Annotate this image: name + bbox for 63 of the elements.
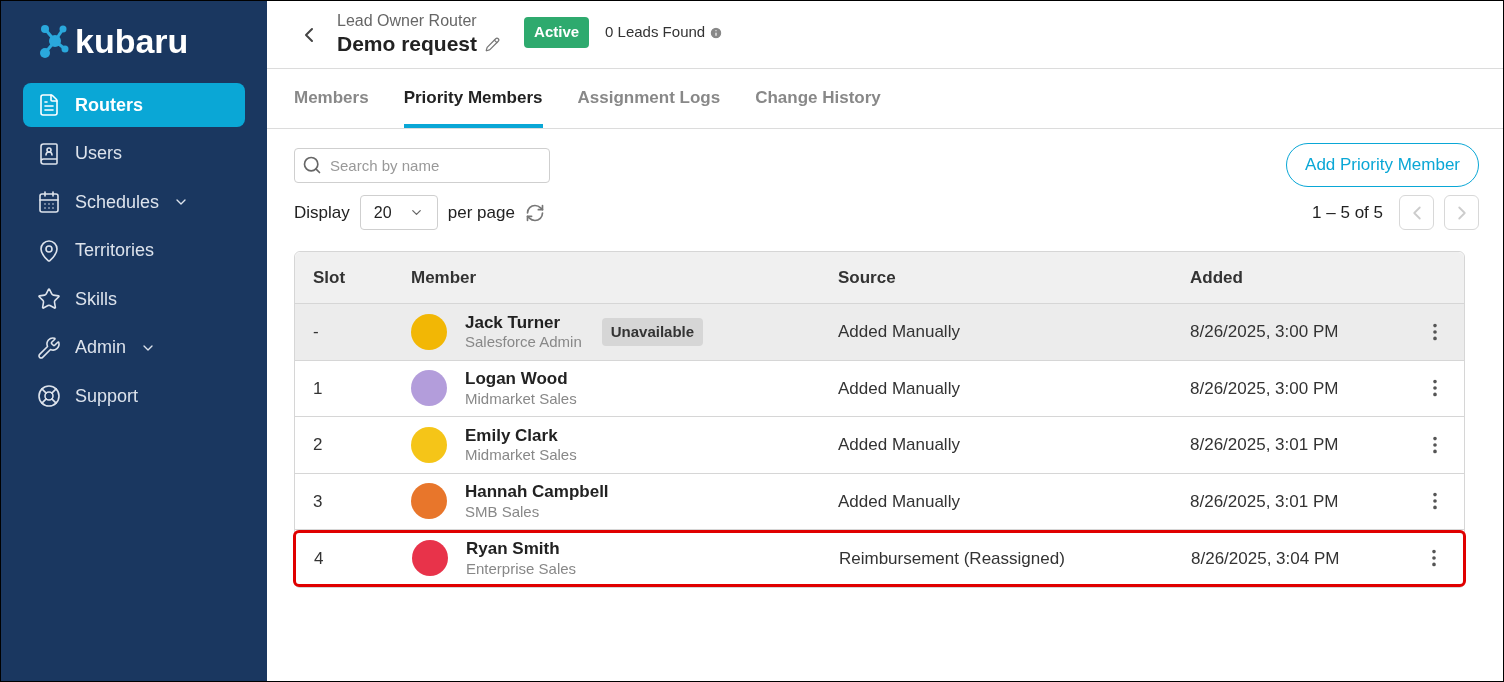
sidebar-item[interactable]: Schedules bbox=[23, 180, 245, 224]
tab[interactable]: Change History bbox=[755, 84, 881, 128]
wrench-icon bbox=[37, 335, 61, 360]
edit-icon[interactable] bbox=[485, 37, 501, 52]
tab[interactable]: Assignment Logs bbox=[577, 84, 721, 128]
search-icon bbox=[302, 154, 322, 175]
lifebuoy-icon bbox=[37, 384, 61, 408]
sidebar-item[interactable]: Skills bbox=[23, 277, 245, 321]
display-label: Display bbox=[294, 201, 350, 224]
contact-book-icon bbox=[37, 141, 61, 166]
table-row[interactable]: 4 Ryan Smith Enterprise Sales Reimbursement (Reassigned) 8/26/2025, 3:04 PM bbox=[293, 530, 1466, 587]
member-name: Emily Clark bbox=[465, 424, 559, 446]
source-cell-text: Added Manually bbox=[838, 321, 960, 343]
unavailable-badge: Unavailable bbox=[601, 317, 704, 346]
status-badge: Active bbox=[524, 17, 590, 48]
column-header: Slot bbox=[313, 266, 346, 289]
member-role: Salesforce Admin bbox=[465, 333, 582, 352]
breadcrumb: Lead Owner Router bbox=[337, 11, 478, 32]
tab[interactable]: Members bbox=[294, 84, 369, 128]
added-cell-text: 8/26/2025, 3:00 PM bbox=[1190, 321, 1339, 343]
search-field[interactable]: Search by name bbox=[294, 147, 550, 183]
member-role: SMB Sales bbox=[465, 502, 541, 522]
member-name: Ryan Smith bbox=[466, 538, 561, 560]
calendar-icon bbox=[37, 190, 61, 214]
source-cell-text: Reimbursement (Reassigned) bbox=[839, 547, 1065, 570]
member-name: Jack Turner bbox=[465, 311, 562, 333]
leads-found-text: 0 Leads Found bbox=[605, 22, 706, 43]
column-header: Added bbox=[1190, 266, 1243, 289]
per-page-label: per page bbox=[447, 201, 515, 224]
slot-cell-text: 2 bbox=[313, 434, 323, 456]
sidebar-item[interactable]: Users bbox=[23, 131, 245, 176]
sidebar-item[interactable]: Support bbox=[23, 374, 245, 418]
slot-cell-text: 1 bbox=[313, 377, 323, 400]
router-title: Demo request bbox=[337, 31, 478, 58]
sidebar-item[interactable]: Admin bbox=[23, 325, 245, 370]
column-header: Source bbox=[838, 266, 896, 289]
tab[interactable]: Priority Members bbox=[403, 84, 543, 128]
column-header: Member bbox=[411, 266, 477, 289]
added-cell-text: 8/26/2025, 3:01 PM bbox=[1190, 434, 1339, 456]
logo-text: kubaru bbox=[75, 24, 189, 58]
table-row[interactable]: - Jack Turner Salesforce Admin Unavailable Added Manually 8/26/2025, 3:00 PM bbox=[295, 304, 1464, 361]
page-size-select[interactable]: 20 bbox=[359, 195, 438, 230]
sidebar-item[interactable]: Territories bbox=[23, 228, 245, 273]
info-icon[interactable] bbox=[709, 25, 724, 40]
added-cell-text: 8/26/2025, 3:01 PM bbox=[1190, 490, 1339, 513]
member-role: Midmarket Sales bbox=[465, 446, 577, 465]
source-cell-text: Added Manually bbox=[838, 490, 960, 513]
map-pin-icon bbox=[37, 238, 61, 263]
slot-cell-text: 4 bbox=[314, 547, 324, 570]
added-cell-text: 8/26/2025, 3:00 PM bbox=[1190, 377, 1339, 400]
refresh-icon[interactable] bbox=[524, 202, 545, 223]
source-cell-text: Added Manually bbox=[838, 434, 960, 456]
member-role: Enterprise Sales bbox=[466, 559, 577, 579]
page-range: 1 – 5 of 5 bbox=[1312, 201, 1383, 224]
slot-cell-text: - bbox=[313, 321, 319, 343]
member-name: Logan Wood bbox=[465, 368, 569, 390]
list-icon bbox=[37, 93, 61, 117]
source-cell-text: Added Manually bbox=[838, 377, 960, 400]
star-icon bbox=[37, 287, 61, 311]
member-role: Midmarket Sales bbox=[465, 389, 577, 409]
slot-cell-text: 3 bbox=[313, 490, 323, 513]
member-name: Hannah Campbell bbox=[465, 481, 609, 503]
added-cell-text: 8/26/2025, 3:04 PM bbox=[1191, 547, 1340, 570]
